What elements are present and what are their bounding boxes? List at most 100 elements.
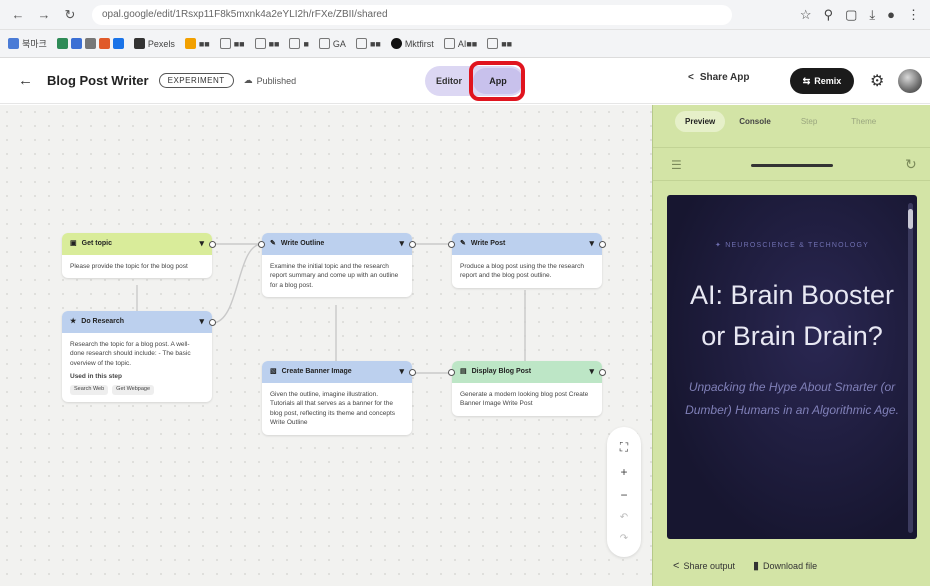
tab-step[interactable]: Step [801,117,817,126]
undo-icon[interactable]: ↶ [620,512,628,523]
bookmark-item[interactable]: ■■ [355,38,381,49]
experiment-badge: EXPERIMENT [158,73,234,88]
share-output-button[interactable]: < Share output [673,560,735,572]
node-display-blog-post[interactable]: ▤ Display Blog Post ▾ Generate a modern lo… [448,361,606,416]
more-icon[interactable]: ▾ [399,365,404,378]
folder-icon [487,38,499,49]
node-description: Examine the initial topic and the resear… [270,263,399,289]
forward-arrow-icon[interactable]: → [36,7,52,22]
bookmark-item[interactable]: GA [318,38,346,49]
node-header: ▤ Display Blog Post ▾ [452,361,602,383]
extensions-icon[interactable]: ▢ [845,7,857,23]
node-header: ★ Do Research ▾ [62,311,212,333]
pen-icon: ✎ [270,239,276,247]
share-app-button[interactable]: < Share App [688,72,749,83]
output-port[interactable] [209,319,216,326]
node-description: Please provide the topic for the blog po… [70,263,188,270]
menu-icon[interactable]: ☰ [671,158,682,172]
bookmark-item[interactable]: ■■ [184,38,210,49]
bookmark-item[interactable] [56,38,124,49]
panel-footer: < Share output ▮ Download file [673,559,817,573]
node-get-topic[interactable]: ▣ Get topic ▾ Please provide the topic for… [62,233,216,279]
output-port[interactable] [409,241,416,248]
restart-icon[interactable]: ↻ [905,156,917,173]
run-progress-row: ☰ ↻ [653,147,930,181]
zoom-in-icon[interactable]: + [620,465,627,479]
node-description: Produce a blog post using the the resear… [460,263,584,280]
more-icon[interactable]: ▾ [589,365,594,378]
bookmark-item[interactable]: ■■ [219,38,245,49]
star-icon[interactable]: ☆ [800,7,812,23]
output-port[interactable] [599,369,606,376]
zoom-out-icon[interactable]: − [620,488,627,502]
preview-scrollbar[interactable] [908,203,913,533]
article-title: AI: Brain Booster or Brain Drain? [689,280,895,351]
reload-icon[interactable]: ↻ [62,7,78,23]
panel-tabs: Preview Console Step Theme [675,111,876,132]
output-port[interactable] [209,241,216,248]
output-port[interactable] [599,241,606,248]
bookmark-item[interactable]: ■■ [487,38,512,49]
browser-menu-icon[interactable]: ⋮ [907,7,920,23]
tab-editor[interactable]: Editor [425,76,473,86]
app-header: ← Blog Post Writer EXPERIMENT ☁ Published… [0,58,930,104]
node-create-banner-image[interactable]: ▧ Create Banner Image ▾ Given the outline,… [262,361,416,435]
bookmark-item[interactable]: AI■■ [443,38,477,49]
tab-theme[interactable]: Theme [851,117,876,126]
download-icon[interactable]: ⤓ [869,7,875,23]
input-port[interactable] [258,241,265,248]
image-icon: ▧ [270,367,277,375]
back-arrow-icon[interactable]: ← [10,7,26,22]
avatar[interactable] [898,69,922,93]
edge-research-outline [211,243,263,324]
folder-icon [318,38,330,49]
back-icon[interactable]: ← [18,72,33,89]
tab-preview[interactable]: Preview [675,111,726,132]
remix-icon: ⇆ [802,75,811,86]
fit-view-icon[interactable]: ⛶ [620,440,628,455]
redo-icon[interactable]: ↷ [620,533,628,544]
article-category: ✦ NEUROSCIENCE & TECHNOLOGY [714,242,870,249]
bookmark-item[interactable]: Pexels [133,38,175,49]
more-icon[interactable]: ▾ [589,237,594,250]
more-icon[interactable]: ▾ [199,237,204,250]
output-port[interactable] [409,369,416,376]
bookmark-icon [8,38,19,49]
folder-icon [443,38,455,49]
bookmark-icon [84,38,96,49]
node-write-outline[interactable]: ✎ Write Outline ▾ Examine the initial topi… [258,233,416,298]
more-icon[interactable]: ▾ [399,237,404,250]
node-header: ▧ Create Banner Image ▾ [262,361,412,383]
node-write-post[interactable]: ✎ Write Post ▾ Produce a blog post using t… [448,233,606,288]
zoom-icon[interactable]: ⚲ [824,7,834,23]
progress-bar [751,164,833,167]
profile-icon[interactable]: ● [887,7,895,23]
workflow-canvas[interactable]: ▣ Get topic ▾ Please provide the topic for… [0,105,652,586]
bookmark-item[interactable]: 북마크 [8,37,47,50]
gear-icon[interactable]: ⚙ [870,71,884,91]
input-port[interactable] [448,369,455,376]
bookmark-icon [70,38,82,49]
input-port[interactable] [448,241,455,248]
bookmark-item[interactable]: ■■ [254,38,279,49]
canvas-controls: ⛶ + − ↶ ↷ [607,427,641,557]
tab-console[interactable]: Console [739,117,771,126]
bookmark-item[interactable]: Mktfirst [390,38,434,49]
file-icon: ▮ [752,560,760,572]
download-file-button[interactable]: ▮ Download file [753,559,817,572]
address-bar[interactable]: opal.google/edit/1Rsxp11F8k5mxnk4a2eYLI2… [92,4,732,25]
node-description: Generate a modern looking blog post Crea… [460,391,589,408]
display-icon: ▤ [460,367,467,375]
app-preview-output[interactable]: ✦ NEUROSCIENCE & TECHNOLOGY AI: Brain Bo… [667,195,917,539]
tool-tag: Get Webpage [112,384,155,395]
scrollbar-thumb[interactable] [908,209,913,229]
highlight-annotation [469,61,525,101]
more-icon[interactable]: ▾ [199,315,204,328]
node-research[interactable]: ★ Do Research ▾ Research the topic for a b… [62,311,216,402]
bookmark-item[interactable]: ■ [289,38,309,49]
remix-button[interactable]: ⇆ Remix [790,68,854,94]
bookmark-icon [56,38,68,49]
folder-icon [355,38,367,49]
bookmark-icon [112,38,124,49]
folder-icon [289,38,301,49]
